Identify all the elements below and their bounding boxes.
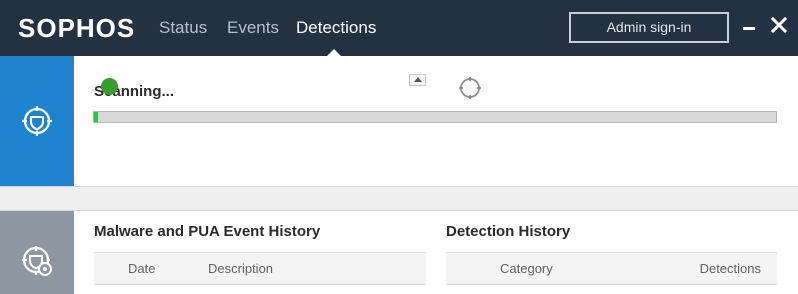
nav-status[interactable]: Status	[159, 18, 207, 38]
sophos-logo: SOPHOS	[18, 13, 136, 43]
history-panel: Malware and PUA Event History Date Descr…	[0, 210, 798, 294]
detection-table-header: Category Detections	[446, 252, 777, 285]
minimize-icon	[743, 27, 755, 30]
scan-sidebar	[0, 56, 74, 186]
chevron-up-icon	[414, 77, 422, 82]
minimize-button[interactable]	[741, 15, 759, 35]
target-icon	[459, 77, 481, 99]
scan-progress-fill	[94, 112, 98, 122]
scan-progress-bar	[93, 111, 777, 123]
active-nav-caret-icon	[327, 49, 341, 56]
malware-table-header: Date Description	[94, 252, 426, 285]
malware-pua-history-title: Malware and PUA Event History	[94, 223, 321, 240]
history-sidebar	[0, 211, 74, 294]
nav-detections[interactable]: Detections	[296, 18, 376, 38]
column-category[interactable]: Category	[500, 261, 553, 276]
shield-settings-icon	[22, 246, 52, 276]
close-button[interactable]	[770, 15, 788, 35]
event-status-icon	[101, 78, 118, 95]
shield-target-icon	[22, 106, 52, 136]
scanning-panel: Scanning...	[0, 56, 798, 186]
nav-events[interactable]: Events	[227, 18, 279, 38]
sophos-app-window: SOPHOS Status Events Detections Admin si…	[0, 0, 798, 294]
detection-history-title: Detection History	[446, 223, 571, 240]
app-header: SOPHOS Status Events Detections Admin si…	[0, 0, 798, 56]
column-detections[interactable]: Detections	[700, 261, 761, 276]
column-description[interactable]: Description	[208, 261, 273, 276]
scroll-up-button[interactable]	[409, 74, 426, 86]
close-icon	[770, 16, 788, 34]
section-divider	[0, 186, 798, 210]
column-date[interactable]: Date	[128, 261, 155, 276]
admin-sign-in-button[interactable]: Admin sign-in	[569, 12, 729, 43]
